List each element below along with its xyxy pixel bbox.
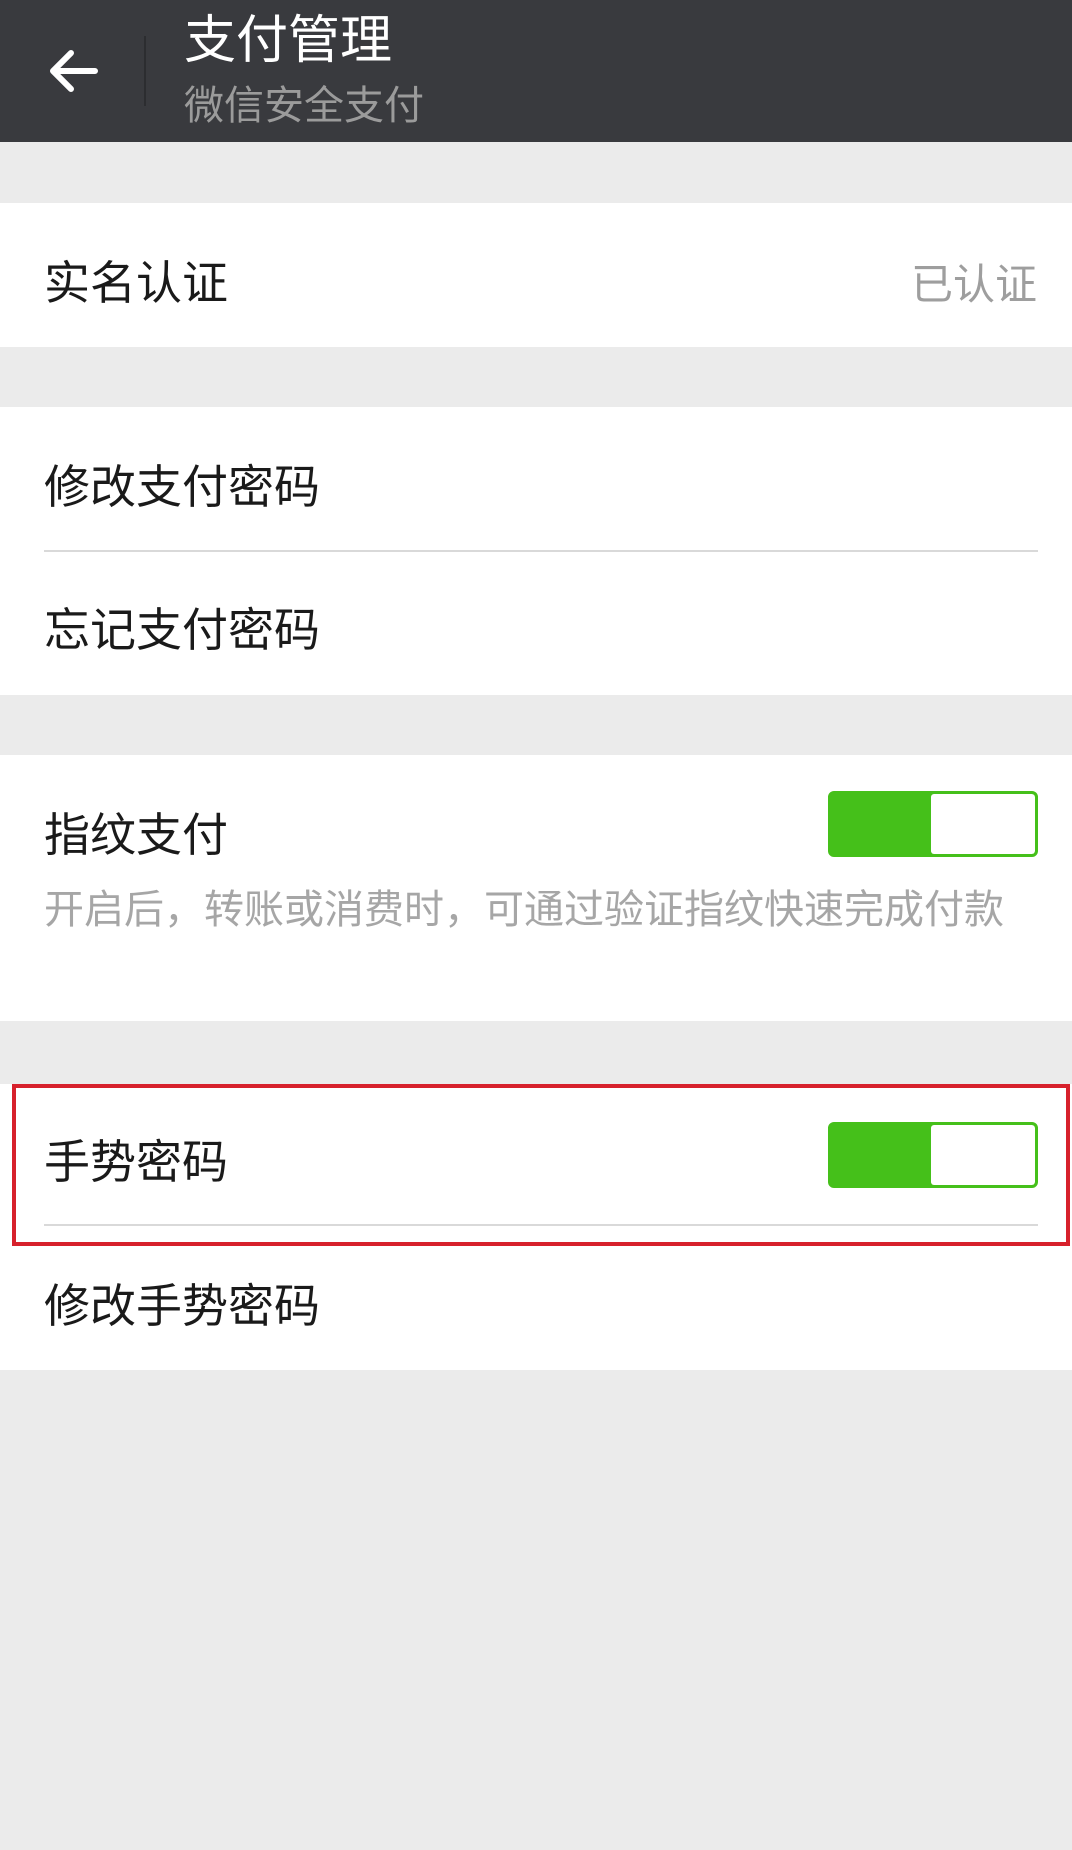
arrow-left-icon [50, 50, 98, 92]
change-payment-password-label: 修改支付密码 [44, 460, 320, 514]
header-divider [144, 36, 146, 106]
fingerprint-group: 指纹支付 开启后，转账或消费时，可通过验证指纹快速完成付款 [0, 755, 1072, 1021]
identity-group: 实名认证 已认证 [0, 203, 1072, 347]
gesture-password-label: 手势密码 [44, 1135, 228, 1189]
toggle-knob [931, 1125, 1035, 1185]
gesture-password-toggle[interactable] [828, 1122, 1038, 1188]
fingerprint-label: 指纹支付 [44, 808, 228, 862]
change-gesture-password-row[interactable]: 修改手势密码 [0, 1226, 1072, 1370]
payment-password-group: 修改支付密码 忘记支付密码 [0, 407, 1072, 695]
identity-row[interactable]: 实名认证 已认证 [0, 203, 1072, 347]
identity-label: 实名认证 [44, 256, 228, 310]
toggle-knob [931, 794, 1035, 854]
fingerprint-description: 开启后，转账或消费时，可通过验证指纹快速完成付款 [44, 887, 1004, 933]
forgot-payment-password-row[interactable]: 忘记支付密码 [0, 552, 1072, 695]
change-payment-password-row[interactable]: 修改支付密码 [0, 407, 1072, 550]
page-subtitle: 微信安全支付 [184, 83, 424, 129]
forgot-payment-password-label: 忘记支付密码 [44, 603, 320, 657]
change-gesture-password-label: 修改手势密码 [44, 1279, 320, 1333]
page-title: 支付管理 [184, 11, 393, 71]
fingerprint-toggle[interactable] [828, 791, 1038, 857]
back-button[interactable] [30, 28, 116, 114]
identity-status: 已认证 [910, 260, 1037, 309]
gesture-group: 手势密码 修改手势密码 [0, 1084, 1072, 1370]
top-bar: 支付管理 微信安全支付 [0, 0, 1072, 142]
gesture-password-row[interactable]: 手势密码 [0, 1084, 1072, 1226]
